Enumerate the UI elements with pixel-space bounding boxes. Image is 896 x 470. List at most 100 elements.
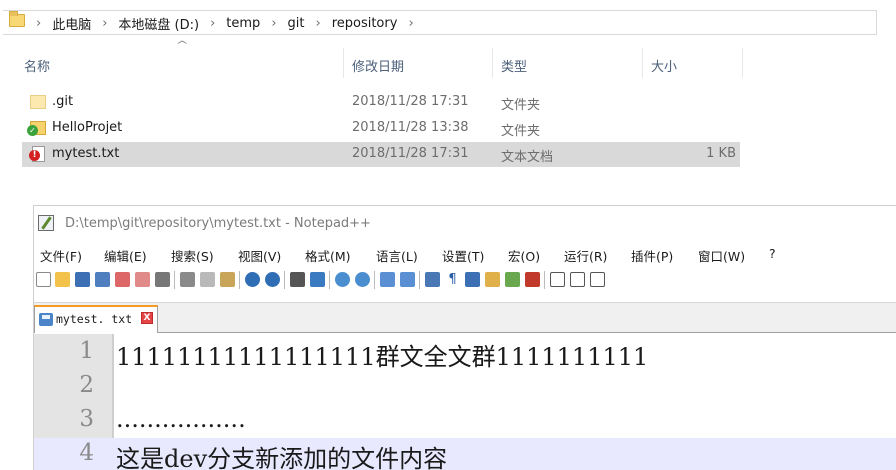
close-icon[interactable]: X [141,312,153,324]
chevron-right-icon[interactable]: › [271,16,276,31]
file-type: 文本文档 [501,150,554,165]
file-name: HelloProjet [52,120,123,135]
zoom-out-icon[interactable] [355,272,370,287]
notepad-app-icon [38,215,54,231]
toolbar-separator [374,271,375,289]
chevron-right-icon[interactable]: › [315,16,320,31]
toolbar-separator [329,271,330,289]
sort-ascending-icon: ^ [175,40,189,51]
close-file-icon[interactable] [115,272,130,287]
folder-icon [30,95,46,109]
menu-macro[interactable]: 宏(O) [508,246,540,265]
menu-edit[interactable]: 编辑(E) [104,246,147,265]
cut-icon[interactable] [180,272,195,287]
menu-plugins[interactable]: 插件(P) [631,246,673,265]
sync-vertical-icon[interactable] [380,272,395,287]
line-number: 4 [79,440,94,466]
title-bar[interactable]: D:\temp\git\repository\mytest.txt - Note… [34,206,896,240]
notepad-window: D:\temp\git\repository\mytest.txt - Note… [33,205,896,470]
breadcrumb-repository[interactable]: repository [332,16,398,31]
tab-mytest[interactable]: mytest. txt X [34,305,158,333]
menu-window[interactable]: 窗口(W) [698,246,745,265]
open-file-icon[interactable] [55,272,70,287]
word-wrap-icon[interactable] [425,272,440,287]
file-row[interactable]: ✓ HelloProjet 2018/11/28 13:38 文件夹 [22,116,740,141]
toolbar-separator [174,271,175,289]
file-size: 1 KB [706,146,736,161]
menu-format[interactable]: 格式(M) [305,246,351,265]
show-all-chars-icon[interactable]: ¶ [445,272,460,287]
find-icon[interactable] [290,272,305,287]
print-icon[interactable] [155,272,170,287]
saved-disk-icon [39,313,53,326]
record-macro-icon[interactable] [550,272,565,287]
git-modified-file-icon: ! [29,146,45,162]
window-title: D:\temp\git\repository\mytest.txt - Note… [65,216,371,231]
menu-view[interactable]: 视图(V) [238,246,281,265]
sync-horizontal-icon[interactable] [400,272,415,287]
editor-area[interactable]: 1 11111111111111111群文全文群1111111111 2 3 .… [34,334,896,470]
save-icon[interactable] [75,272,90,287]
file-row[interactable]: .git 2018/11/28 17:31 文件夹 [22,90,740,115]
menu-search[interactable]: 搜索(S) [171,246,214,265]
undo-icon[interactable] [245,272,260,287]
file-name: .git [52,94,74,109]
editor-line: 3 ................. [34,404,896,436]
indent-guide-icon[interactable] [465,272,480,287]
folder-as-workspace-icon[interactable] [525,272,540,287]
column-divider[interactable] [343,48,344,78]
breadcrumb-this-pc[interactable]: 此电脑 [52,14,91,33]
play-macro-icon[interactable] [590,272,605,287]
toolbar-separator [284,271,285,289]
menu-language[interactable]: 语言(L) [376,246,418,265]
column-header-type[interactable]: 类型 [501,56,527,75]
file-name: mytest.txt [52,146,120,161]
column-divider[interactable] [642,48,643,78]
breadcrumb-local-disk[interactable]: 本地磁盘 (D:) [118,14,199,33]
toolbar: ¶ [34,268,896,292]
menu-help[interactable]: ? [769,246,776,261]
toolbar-separator [239,271,240,289]
column-header-name[interactable]: 名称 [24,56,50,75]
menu-run[interactable]: 运行(R) [564,246,607,265]
menu-settings[interactable]: 设置(T) [442,246,484,265]
line-text: 这是dev分支新添加的文件内容 [116,445,448,470]
breadcrumb: › 此电脑 › 本地磁盘 (D:) › temp › git › reposit… [36,14,425,33]
column-header-size[interactable]: 大小 [651,56,677,75]
replace-icon[interactable] [310,272,325,287]
breadcrumb-temp[interactable]: temp [226,16,260,31]
editor-line-current: 4 这是dev分支新添加的文件内容 [34,438,896,470]
file-date: 2018/11/28 13:38 [352,120,469,135]
doc-map-icon[interactable] [485,272,500,287]
address-bar[interactable]: › 此电脑 › 本地磁盘 (D:) › temp › git › reposit… [0,0,896,40]
function-list-icon[interactable] [505,272,520,287]
chevron-right-icon[interactable]: › [36,16,41,31]
toolbar-separator [544,271,545,289]
tab-bar: mytest. txt X [34,302,896,333]
stop-macro-icon[interactable] [570,272,585,287]
file-row[interactable]: ! mytest.txt 2018/11/28 17:31 文本文档 1 KB [22,142,740,167]
line-number: 3 [79,406,94,432]
copy-icon[interactable] [200,272,215,287]
new-file-icon[interactable] [36,272,51,287]
redo-icon[interactable] [265,272,280,287]
close-all-icon[interactable] [135,272,150,287]
chevron-right-icon[interactable]: › [102,16,107,31]
line-text: ................. [116,405,246,433]
line-number: 1 [79,338,94,364]
column-divider[interactable] [492,48,493,78]
chevron-right-icon[interactable]: › [210,16,215,31]
file-type: 文件夹 [501,124,541,139]
zoom-in-icon[interactable] [335,272,350,287]
paste-icon[interactable] [220,272,235,287]
breadcrumb-git[interactable]: git [288,16,305,31]
toolbar-separator [419,271,420,289]
folder-icon [9,11,25,27]
column-header-date[interactable]: 修改日期 [352,56,404,75]
chevron-right-icon[interactable]: › [408,16,413,31]
save-all-icon[interactable] [95,272,110,287]
line-text: 11111111111111111群文全文群1111111111 [116,343,649,371]
file-date: 2018/11/28 17:31 [352,146,469,161]
menu-file[interactable]: 文件(F) [40,246,82,265]
column-divider[interactable] [742,48,743,78]
